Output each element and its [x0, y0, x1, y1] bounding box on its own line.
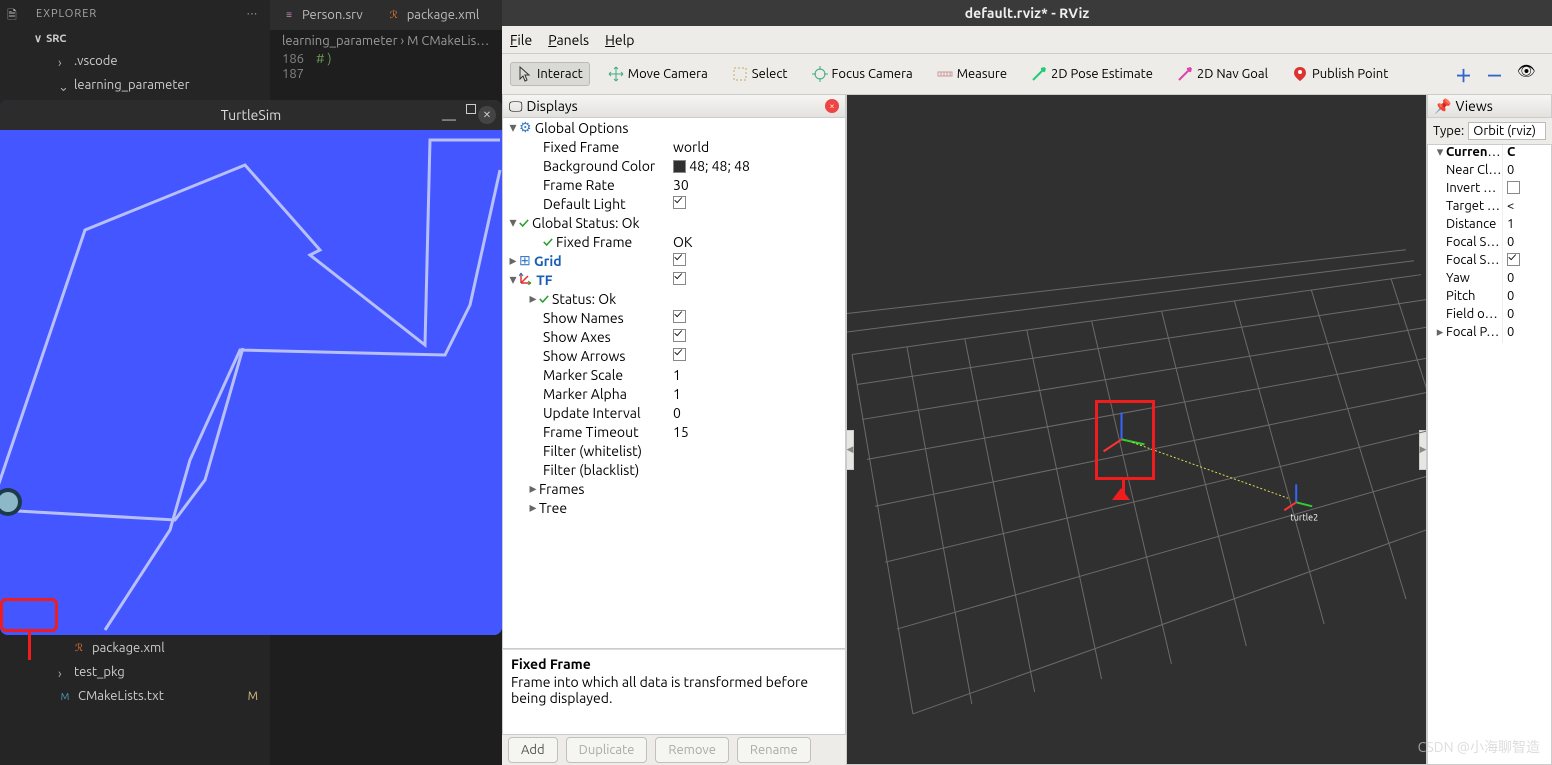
pin-icon[interactable]: 📌	[1434, 98, 1451, 115]
rviz-title[interactable]: default.rviz* - RViz	[502, 0, 1552, 26]
show-axes-checkbox[interactable]	[673, 329, 686, 342]
remove-button[interactable]: Remove	[655, 737, 729, 763]
rename-button[interactable]: Rename	[737, 737, 811, 763]
tool-publish-point[interactable]: Publish Point	[1286, 63, 1394, 85]
views-type-row: Type: Orbit (rviz)	[1427, 118, 1552, 144]
invert-checkbox[interactable]	[1507, 181, 1520, 194]
tf-origin-frame	[1104, 412, 1145, 451]
tab-package-xml[interactable]: ℛpackage.xml	[375, 0, 492, 30]
displays-close-icon[interactable]: ×	[825, 99, 839, 113]
show-arrows-checkbox[interactable]	[673, 348, 686, 361]
displays-panel: 🖵Displays × ▾⚙ Global Options Fixed Fram…	[502, 94, 846, 765]
tf-icon	[519, 271, 533, 288]
tool-select[interactable]: Select	[726, 63, 794, 85]
gear-icon: ⚙	[519, 119, 532, 136]
src-header[interactable]: ∨SRC	[24, 28, 270, 49]
add-button[interactable]: Add	[508, 737, 558, 763]
file-package-xml[interactable]: ℛpackage.xml	[24, 636, 270, 660]
tool-move-camera[interactable]: Move Camera	[602, 63, 714, 85]
show-names-checkbox[interactable]	[673, 310, 686, 323]
toolbar-eye-icon[interactable]: 👁	[1517, 62, 1536, 87]
tool-2d-pose[interactable]: 2D Pose Estimate	[1025, 63, 1159, 85]
explorer-more-icon[interactable]: ···	[247, 8, 258, 20]
menu-panels[interactable]: Panels	[548, 32, 589, 48]
file-cmakelists[interactable]: MCMakeLists.txt	[24, 684, 270, 708]
displays-header[interactable]: 🖵Displays ×	[502, 94, 846, 118]
views-type-combo[interactable]: Orbit (rviz)	[1468, 122, 1546, 140]
grid-checkbox[interactable]	[673, 253, 686, 266]
tab-person-srv[interactable]: ≡Person.srv	[270, 0, 375, 30]
explorer-title: EXPLORER	[36, 8, 97, 20]
close-icon[interactable]: ✕	[478, 106, 496, 124]
views-tree[interactable]: ▾Current V…C Near Cl…0 Invert … Target ……	[1427, 144, 1552, 765]
toolbar-minus-icon[interactable]: －	[1486, 62, 1503, 87]
folder-vscode[interactable]: ›.vscode	[24, 49, 270, 73]
turtlesim-title: TurtleSim	[221, 107, 281, 123]
folder-learning-parameter[interactable]: ⌄learning_parameter	[24, 73, 270, 97]
folder-test-pkg[interactable]: ›test_pkg	[24, 660, 270, 684]
tool-measure[interactable]: Measure	[931, 63, 1013, 85]
displays-description: Fixed Frame Frame into which all data is…	[502, 649, 846, 735]
tool-2d-nav[interactable]: 2D Nav Goal	[1171, 63, 1274, 85]
3d-grid: turtle2	[847, 95, 1426, 764]
rviz-3d-viewport[interactable]: ◀ ▶	[846, 94, 1427, 765]
tool-focus-camera[interactable]: Focus Camera	[806, 63, 919, 85]
annotation-arrowhead	[1110, 486, 1132, 500]
files-icon[interactable]: 🗎	[0, 0, 24, 26]
monitor-icon: 🖵	[509, 98, 523, 115]
watermark: CSDN @小海聊智造	[1418, 737, 1540, 757]
tf-turtle2-frame: turtle2	[1284, 484, 1318, 522]
turtlesim-canvas[interactable]	[0, 130, 502, 635]
focal-fixed-checkbox[interactable]	[1507, 253, 1520, 266]
rviz-window: default.rviz* - RViz File Panels Help In…	[502, 0, 1552, 765]
turtlesim-window: TurtleSim — ✕	[0, 100, 502, 635]
svg-text:turtle2: turtle2	[1290, 512, 1318, 522]
displays-tree[interactable]: ▾⚙ Global Options Fixed Frameworld Backg…	[502, 118, 846, 649]
code-line-187[interactable]: 187	[270, 67, 502, 82]
rviz-menubar: File Panels Help	[502, 26, 1552, 54]
displays-buttons: Add Duplicate Remove Rename	[502, 735, 846, 765]
tf-checkbox[interactable]	[673, 272, 686, 285]
duplicate-button[interactable]: Duplicate	[566, 737, 648, 763]
grid-icon: ⊞	[519, 252, 531, 269]
menu-file[interactable]: File	[510, 32, 532, 48]
tool-interact[interactable]: Interact	[510, 62, 590, 86]
editor-breadcrumb[interactable]: learning_parameter › M CMakeLis…	[270, 30, 502, 52]
tree-below-turtlesim: ℛpackage.xml ›test_pkg MCMakeLists.txt	[24, 636, 270, 708]
views-panel: 📌Views Type: Orbit (rviz) ▾Current V…C N…	[1427, 94, 1552, 765]
toolbar-plus-icon[interactable]: ＋	[1455, 62, 1472, 87]
views-title: Views	[1455, 98, 1492, 114]
annotation-arrow-1	[28, 632, 31, 660]
code-line-186[interactable]: 186# )	[270, 52, 502, 67]
rviz-toolbar: Interact Move Camera Select Focus Camera…	[502, 54, 1552, 94]
default-light-checkbox[interactable]	[673, 196, 686, 209]
maximize-icon[interactable]	[466, 104, 476, 114]
menu-help[interactable]: Help	[605, 32, 634, 48]
turtlesim-titlebar[interactable]: TurtleSim — ✕	[0, 100, 502, 130]
